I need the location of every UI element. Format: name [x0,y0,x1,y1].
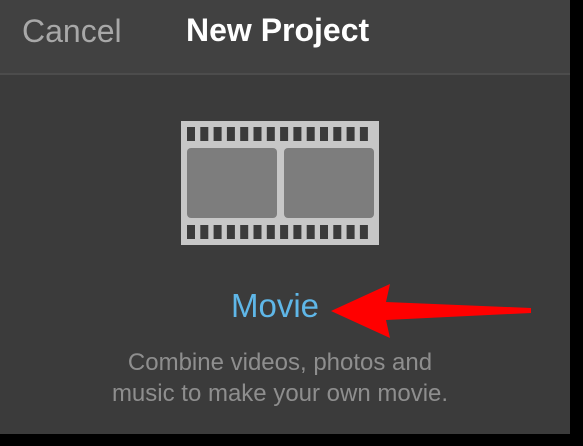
film-perforation [306,127,315,141]
film-perforation [293,225,302,239]
film-perforation [266,127,275,141]
cancel-button[interactable]: Cancel [22,12,122,50]
film-perforation [226,225,235,239]
film-perforation [280,127,289,141]
film-perforation [240,127,249,141]
film-perforation [253,225,262,239]
film-perforation [213,225,222,239]
film-perforation [359,127,368,141]
film-strip-icon[interactable] [181,121,379,245]
film-perforation [213,127,222,141]
film-perforation [293,127,302,141]
film-perforation [200,127,209,141]
film-perforation [253,127,262,141]
film-perforation [266,225,275,239]
movie-option-button[interactable]: Movie [231,287,319,325]
navbar-divider [0,73,570,75]
film-perforation [333,127,342,141]
new-project-screen: Cancel New Project Movie Combine videos,… [0,0,570,434]
film-perforation [187,225,195,239]
film-perforation [200,225,209,239]
arrow-left-icon [331,284,531,338]
film-perforation [333,225,342,239]
film-perforation [320,225,328,239]
film-perforation [346,225,355,239]
film-perforation [240,225,249,239]
description-line-2: music to make your own movie. [111,380,449,407]
film-perforation [320,127,328,141]
navigation-bar: Cancel New Project [0,0,570,73]
film-perforation [306,225,315,239]
film-perforation [226,127,235,141]
film-frame-right [284,148,374,218]
film-perforation [346,127,355,141]
film-perforation [359,225,368,239]
film-perforation [280,225,289,239]
film-frame-left [187,148,277,218]
page-title: New Project [186,12,370,48]
description-line-1: Combine videos, photos and [127,349,433,376]
movie-description: Combine videos, photos and music to make… [60,347,500,409]
film-perforation [187,127,195,141]
